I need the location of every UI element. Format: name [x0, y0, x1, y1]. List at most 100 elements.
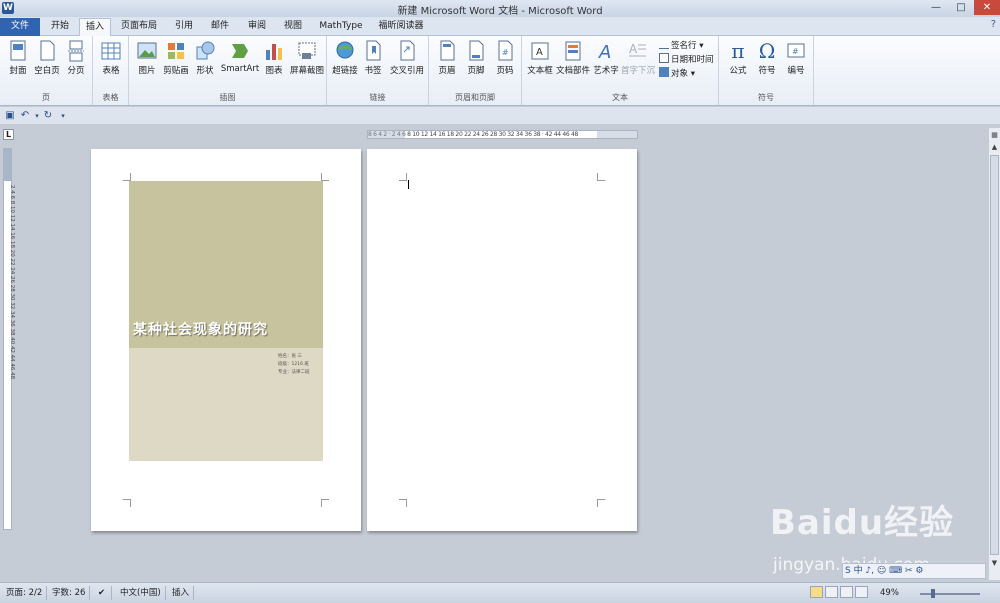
tab-foxit-reader[interactable]: 福昕阅读器	[372, 18, 430, 36]
help-icon[interactable]: ?	[991, 19, 996, 30]
bookmark-button[interactable]: 书签	[357, 38, 389, 88]
text-box-icon: A	[531, 42, 549, 60]
page-count[interactable]: 页面: 2/2	[2, 586, 48, 600]
wordart-label: 艺术字	[593, 66, 619, 76]
crop-mark	[321, 499, 329, 507]
chart-button[interactable]: 图表	[258, 38, 290, 88]
picture-icon	[137, 42, 157, 59]
undo-icon[interactable]: ↶	[19, 110, 31, 122]
date-time-button[interactable]: 日期和时间	[659, 53, 714, 67]
ruler-toggle-icon[interactable]: ▦	[990, 130, 999, 140]
proofing-icon[interactable]: ✔	[94, 586, 112, 600]
smartart-button[interactable]: SmartArt	[220, 38, 260, 88]
shapes-button[interactable]: 形状	[189, 38, 221, 88]
date-time-label: 日期和时间	[671, 55, 714, 65]
crop-mark	[321, 173, 329, 181]
crop-mark	[123, 499, 131, 507]
tab-view[interactable]: 视图	[276, 18, 310, 36]
tab-review[interactable]: 审阅	[240, 18, 274, 36]
page-break-button[interactable]: 分页	[60, 38, 92, 88]
cross-reference-icon	[400, 40, 415, 61]
screenshot-button[interactable]: 屏幕截图	[288, 38, 326, 88]
vertical-scrollbar[interactable]: ▦ ▲ ▼	[988, 128, 1000, 580]
text-cursor	[408, 180, 409, 189]
draft-view-icon[interactable]	[870, 586, 878, 598]
language-indicator[interactable]: 中文(中国)	[116, 586, 166, 600]
object-button[interactable]: 对象 ▾	[659, 67, 695, 81]
group-links-label: 链接	[369, 93, 386, 102]
picture-button[interactable]: 图片	[131, 38, 163, 88]
crop-mark	[597, 499, 605, 507]
wordart-button[interactable]: A 艺术字	[590, 38, 622, 88]
tab-insert[interactable]: 插入	[79, 18, 111, 36]
clipart-button[interactable]: 剪贴画	[160, 38, 192, 88]
crop-mark	[399, 173, 407, 181]
ime-toolbar[interactable]: S 中 ♪, ☺ ⌨ ✂ ⚙	[842, 563, 986, 579]
cover-page-button[interactable]: 封面	[2, 38, 34, 88]
number-icon: #	[787, 43, 805, 58]
cover-class-line: 班级：1216 班	[278, 362, 309, 367]
full-screen-reading-icon[interactable]	[825, 586, 838, 598]
document-page-2[interactable]	[367, 149, 637, 531]
crop-mark	[597, 173, 605, 181]
screenshot-label: 屏幕截图	[289, 66, 324, 76]
scroll-up-arrow[interactable]: ▲	[990, 142, 999, 152]
equation-button[interactable]: π 公式	[722, 38, 754, 88]
tab-home[interactable]: 开始	[44, 18, 76, 36]
save-icon[interactable]: ▣	[4, 110, 16, 122]
word-count[interactable]: 字数: 26	[48, 586, 91, 600]
cover-page-icon	[10, 40, 26, 61]
symbol-label: 符号	[758, 66, 776, 76]
cover-info-block[interactable]: 姓名：张 三 班级：1216 班 专业：法律二班	[278, 353, 310, 377]
pi-icon: π	[731, 39, 745, 63]
web-layout-icon[interactable]	[840, 586, 853, 598]
header-button[interactable]: 页眉	[431, 38, 463, 88]
cross-reference-button[interactable]: 交叉引用	[387, 38, 427, 88]
minimize-button[interactable]: —	[924, 0, 948, 15]
tab-file[interactable]: 文件	[0, 18, 40, 36]
tab-selector[interactable]: L	[3, 129, 14, 140]
document-page-1[interactable]: 某种社会现象的研究 姓名：张 三 班级：1216 班 专业：法律二班	[91, 149, 361, 531]
zoom-slider[interactable]	[920, 589, 980, 598]
zoom-slider-thumb[interactable]	[931, 589, 935, 598]
group-symbols-label: 符号	[758, 93, 774, 102]
close-button[interactable]: ✕	[974, 0, 1000, 15]
maximize-button[interactable]: □	[949, 0, 973, 15]
quick-parts-button[interactable]: 文档部件	[555, 38, 591, 88]
table-button[interactable]: 表格	[95, 38, 127, 88]
number-button[interactable]: # 编号	[780, 38, 812, 88]
clipart-icon	[168, 43, 184, 59]
tab-page-layout[interactable]: 页面布局	[115, 18, 163, 36]
vertical-ruler[interactable]: 2 4 6 8 10 12 14 16 18 20 22 24 26 28 30…	[3, 148, 15, 530]
tab-mailings[interactable]: 邮件	[203, 18, 237, 36]
ribbon-insert: 封面 空白页 分页 页 表格 表格 图片 剪贴画 形状 SmartArt 图表 …	[0, 36, 1000, 106]
group-text: A 文本框 文档部件 A 艺术字 A 首字下沉 签名行 ▾ 日期和时间 对象 ▾…	[522, 36, 719, 105]
scrollbar-thumb[interactable]	[990, 155, 999, 555]
title-bar: W 新建 Microsoft Word 文档 - Microsoft Word …	[0, 0, 1000, 17]
customize-toolbar-icon[interactable]: ▾	[57, 110, 69, 122]
group-pages-label: 页	[42, 93, 50, 102]
page-number-button[interactable]: # 页码	[489, 38, 521, 88]
globe-link-icon	[336, 41, 354, 59]
print-layout-view-icon[interactable]	[810, 586, 823, 598]
tab-mathtype[interactable]: MathType	[313, 18, 369, 36]
cover-major-line: 专业：法律二班	[278, 370, 310, 375]
object-icon	[659, 67, 669, 77]
scroll-down-arrow[interactable]: ▼	[990, 558, 999, 568]
zoom-level[interactable]: 49%	[880, 586, 899, 600]
signature-line-button[interactable]: 签名行 ▾	[659, 39, 703, 53]
footer-button[interactable]: 页脚	[460, 38, 492, 88]
shapes-icon	[196, 41, 215, 60]
drop-cap-button[interactable]: A 首字下沉	[621, 38, 655, 88]
symbol-button[interactable]: Ω 符号	[751, 38, 783, 88]
redo-icon[interactable]: ↻	[42, 110, 54, 122]
svg-text:A: A	[598, 42, 611, 62]
insert-mode[interactable]: 插入	[168, 586, 195, 600]
window-title: 新建 Microsoft Word 文档 - Microsoft Word	[397, 6, 603, 17]
text-box-button[interactable]: A 文本框	[524, 38, 556, 88]
tab-references[interactable]: 引用	[167, 18, 201, 36]
blank-page-button[interactable]: 空白页	[31, 38, 63, 88]
cover-title[interactable]: 某种社会现象的研究	[133, 319, 268, 339]
outline-view-icon[interactable]	[855, 586, 868, 598]
quick-parts-icon	[565, 41, 581, 61]
